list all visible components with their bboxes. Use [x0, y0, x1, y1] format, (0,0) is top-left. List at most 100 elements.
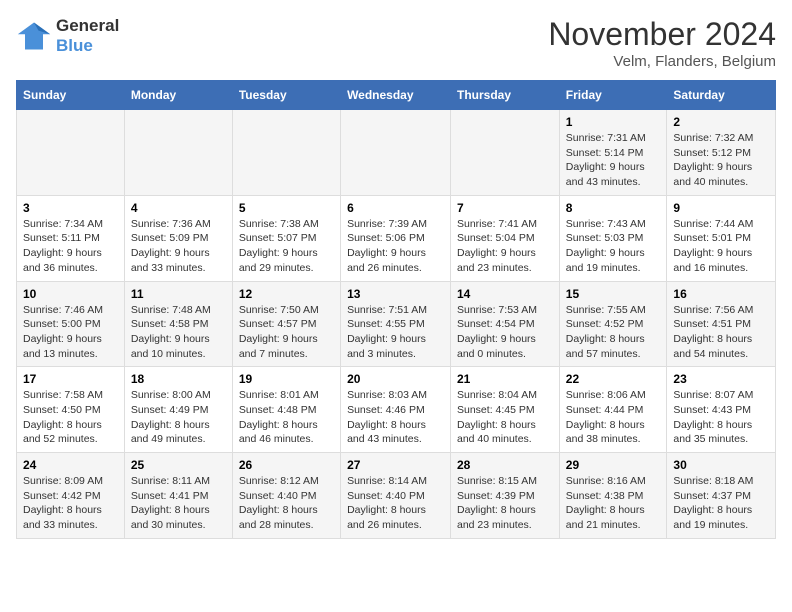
calendar-cell: 3 Sunrise: 7:34 AM Sunset: 5:11 PM Daylig…: [17, 195, 125, 281]
day-info: Sunrise: 8:15 AM Sunset: 4:39 PM Dayligh…: [457, 474, 553, 533]
day-info: Sunrise: 7:53 AM Sunset: 4:54 PM Dayligh…: [457, 303, 553, 362]
day-info: Sunrise: 7:44 AM Sunset: 5:01 PM Dayligh…: [673, 217, 769, 276]
calendar-cell: 29 Sunrise: 8:16 AM Sunset: 4:38 PM Dayli…: [559, 453, 667, 539]
location: Velm, Flanders, Belgium: [548, 53, 776, 70]
title-block: November 2024 Velm, Flanders, Belgium: [548, 16, 776, 70]
calendar-cell: 15 Sunrise: 7:55 AM Sunset: 4:52 PM Dayli…: [559, 281, 667, 367]
day-number: 1: [566, 115, 661, 129]
calendar-row: 17 Sunrise: 7:58 AM Sunset: 4:50 PM Dayli…: [17, 367, 776, 453]
calendar-cell: 17 Sunrise: 7:58 AM Sunset: 4:50 PM Dayli…: [17, 367, 125, 453]
calendar-cell: 26 Sunrise: 8:12 AM Sunset: 4:40 PM Dayli…: [232, 453, 340, 539]
day-info: Sunrise: 7:50 AM Sunset: 4:57 PM Dayligh…: [239, 303, 334, 362]
day-info: Sunrise: 7:51 AM Sunset: 4:55 PM Dayligh…: [347, 303, 444, 362]
calendar-row: 1 Sunrise: 7:31 AM Sunset: 5:14 PM Daylig…: [17, 110, 776, 196]
logo-icon: [16, 18, 52, 54]
day-info: Sunrise: 7:34 AM Sunset: 5:11 PM Dayligh…: [23, 217, 118, 276]
weekday-header: Wednesday: [341, 81, 451, 110]
calendar-cell: 14 Sunrise: 7:53 AM Sunset: 4:54 PM Dayli…: [451, 281, 560, 367]
day-info: Sunrise: 7:55 AM Sunset: 4:52 PM Dayligh…: [566, 303, 661, 362]
day-number: 3: [23, 201, 118, 215]
weekday-header: Sunday: [17, 81, 125, 110]
day-number: 7: [457, 201, 553, 215]
calendar-cell: [17, 110, 125, 196]
calendar-cell: [124, 110, 232, 196]
day-info: Sunrise: 7:38 AM Sunset: 5:07 PM Dayligh…: [239, 217, 334, 276]
day-info: Sunrise: 7:31 AM Sunset: 5:14 PM Dayligh…: [566, 131, 661, 190]
calendar-cell: 10 Sunrise: 7:46 AM Sunset: 5:00 PM Dayli…: [17, 281, 125, 367]
calendar-cell: 9 Sunrise: 7:44 AM Sunset: 5:01 PM Daylig…: [667, 195, 776, 281]
day-number: 5: [239, 201, 334, 215]
weekday-header: Thursday: [451, 81, 560, 110]
calendar-cell: 30 Sunrise: 8:18 AM Sunset: 4:37 PM Dayli…: [667, 453, 776, 539]
calendar-cell: 13Sunrise: 7:51 AM Sunset: 4:55 PM Dayli…: [341, 281, 451, 367]
calendar-cell: 19 Sunrise: 8:01 AM Sunset: 4:48 PM Dayli…: [232, 367, 340, 453]
weekday-header: Friday: [559, 81, 667, 110]
day-number: 10: [23, 287, 118, 301]
calendar-cell: 8 Sunrise: 7:43 AM Sunset: 5:03 PM Daylig…: [559, 195, 667, 281]
day-info: Sunrise: 8:18 AM Sunset: 4:37 PM Dayligh…: [673, 474, 769, 533]
day-info: Sunrise: 8:06 AM Sunset: 4:44 PM Dayligh…: [566, 388, 661, 447]
day-info: Sunrise: 7:32 AM Sunset: 5:12 PM Dayligh…: [673, 131, 769, 190]
day-info: Sunrise: 8:00 AM Sunset: 4:49 PM Dayligh…: [131, 388, 226, 447]
day-number: 17: [23, 372, 118, 386]
calendar-cell: 6 Sunrise: 7:39 AM Sunset: 5:06 PM Daylig…: [341, 195, 451, 281]
weekday-header-row: SundayMondayTuesdayWednesdayThursdayFrid…: [17, 81, 776, 110]
day-number: 9: [673, 201, 769, 215]
logo-text: General Blue: [56, 16, 119, 56]
day-info: Sunrise: 7:41 AM Sunset: 5:04 PM Dayligh…: [457, 217, 553, 276]
day-number: 15: [566, 287, 661, 301]
page-header: General Blue November 2024 Velm, Flander…: [16, 16, 776, 70]
calendar-cell: 24 Sunrise: 8:09 AM Sunset: 4:42 PM Dayli…: [17, 453, 125, 539]
day-info: Sunrise: 7:43 AM Sunset: 5:03 PM Dayligh…: [566, 217, 661, 276]
day-info: Sunrise: 7:56 AM Sunset: 4:51 PM Dayligh…: [673, 303, 769, 362]
calendar-cell: 28 Sunrise: 8:15 AM Sunset: 4:39 PM Dayli…: [451, 453, 560, 539]
day-number: 29: [566, 458, 661, 472]
weekday-header: Saturday: [667, 81, 776, 110]
day-number: 6: [347, 201, 444, 215]
day-number: 26: [239, 458, 334, 472]
day-info: Sunrise: 7:58 AM Sunset: 4:50 PM Dayligh…: [23, 388, 118, 447]
calendar-cell: 5 Sunrise: 7:38 AM Sunset: 5:07 PM Daylig…: [232, 195, 340, 281]
calendar-cell: 27Sunrise: 8:14 AM Sunset: 4:40 PM Dayli…: [341, 453, 451, 539]
calendar-cell: [451, 110, 560, 196]
day-number: 24: [23, 458, 118, 472]
day-info: Sunrise: 8:09 AM Sunset: 4:42 PM Dayligh…: [23, 474, 118, 533]
day-number: 8: [566, 201, 661, 215]
day-number: 30: [673, 458, 769, 472]
calendar-cell: 16Sunrise: 7:56 AM Sunset: 4:51 PM Dayli…: [667, 281, 776, 367]
day-number: 21: [457, 372, 553, 386]
day-info: Sunrise: 8:11 AM Sunset: 4:41 PM Dayligh…: [131, 474, 226, 533]
calendar-row: 3 Sunrise: 7:34 AM Sunset: 5:11 PM Daylig…: [17, 195, 776, 281]
day-info: Sunrise: 8:04 AM Sunset: 4:45 PM Dayligh…: [457, 388, 553, 447]
calendar-cell: [341, 110, 451, 196]
day-number: 14: [457, 287, 553, 301]
day-number: 4: [131, 201, 226, 215]
day-number: 23: [673, 372, 769, 386]
calendar-cell: 18Sunrise: 8:00 AM Sunset: 4:49 PM Dayli…: [124, 367, 232, 453]
calendar-table: SundayMondayTuesdayWednesdayThursdayFrid…: [16, 80, 776, 539]
weekday-header: Monday: [124, 81, 232, 110]
calendar-cell: 25Sunrise: 8:11 AM Sunset: 4:41 PM Dayli…: [124, 453, 232, 539]
day-info: Sunrise: 8:07 AM Sunset: 4:43 PM Dayligh…: [673, 388, 769, 447]
day-info: Sunrise: 7:46 AM Sunset: 5:00 PM Dayligh…: [23, 303, 118, 362]
calendar-cell: 22 Sunrise: 8:06 AM Sunset: 4:44 PM Dayli…: [559, 367, 667, 453]
day-info: Sunrise: 8:01 AM Sunset: 4:48 PM Dayligh…: [239, 388, 334, 447]
logo: General Blue: [16, 16, 119, 56]
calendar-row: 10 Sunrise: 7:46 AM Sunset: 5:00 PM Dayli…: [17, 281, 776, 367]
day-info: Sunrise: 7:48 AM Sunset: 4:58 PM Dayligh…: [131, 303, 226, 362]
day-number: 27: [347, 458, 444, 472]
calendar-cell: 1 Sunrise: 7:31 AM Sunset: 5:14 PM Daylig…: [559, 110, 667, 196]
day-number: 28: [457, 458, 553, 472]
day-number: 20: [347, 372, 444, 386]
month-title: November 2024: [548, 16, 776, 53]
calendar-cell: 20Sunrise: 8:03 AM Sunset: 4:46 PM Dayli…: [341, 367, 451, 453]
day-info: Sunrise: 8:12 AM Sunset: 4:40 PM Dayligh…: [239, 474, 334, 533]
day-info: Sunrise: 7:39 AM Sunset: 5:06 PM Dayligh…: [347, 217, 444, 276]
day-info: Sunrise: 7:36 AM Sunset: 5:09 PM Dayligh…: [131, 217, 226, 276]
day-info: Sunrise: 8:16 AM Sunset: 4:38 PM Dayligh…: [566, 474, 661, 533]
weekday-header: Tuesday: [232, 81, 340, 110]
day-number: 22: [566, 372, 661, 386]
day-number: 19: [239, 372, 334, 386]
calendar-cell: [232, 110, 340, 196]
day-number: 12: [239, 287, 334, 301]
